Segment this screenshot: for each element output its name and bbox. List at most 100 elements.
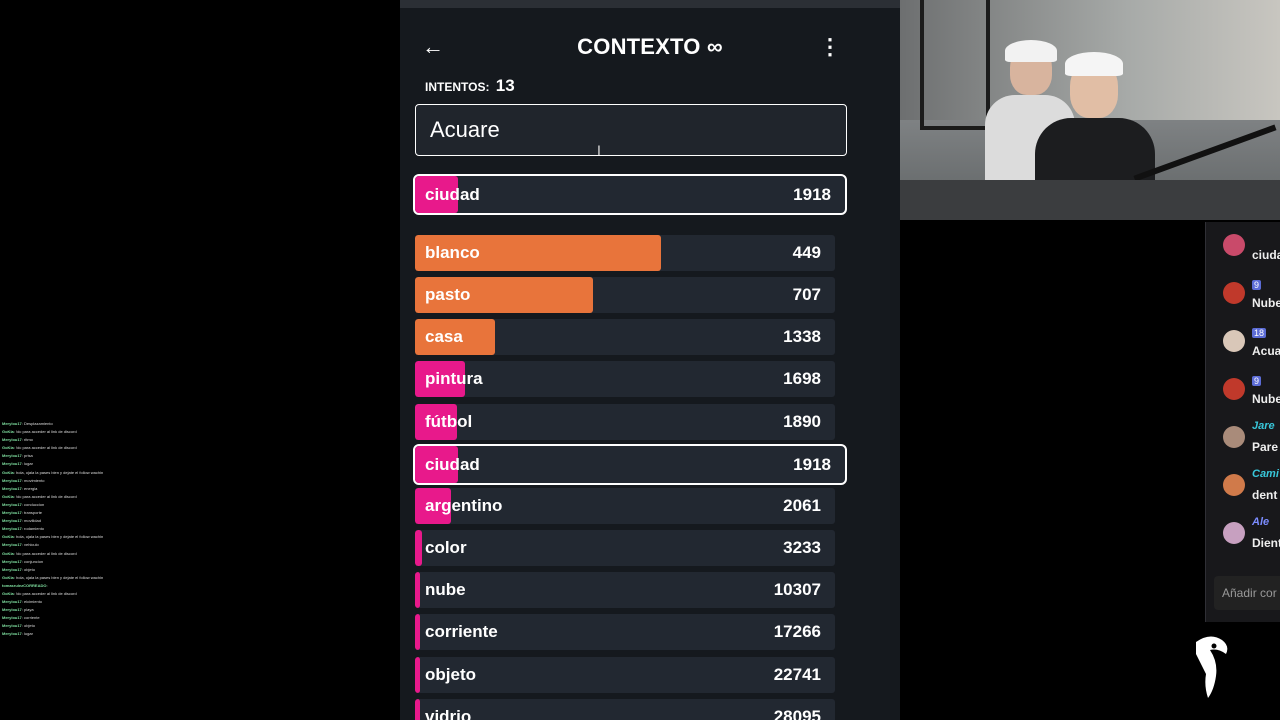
chat-username[interactable]: Cami — [1252, 468, 1279, 480]
overlay-chat-user: GoKla — [2, 550, 14, 556]
overlay-chat-text: : movimiento — [21, 477, 45, 483]
overlay-chat-text: : !dc para acceder al link de discord — [13, 429, 77, 435]
avatar[interactable] — [1223, 426, 1245, 448]
overlay-chat-text: : prisa — [21, 453, 33, 459]
webcam-feed — [900, 0, 1280, 220]
chat-message: Cami dent — [1206, 466, 1280, 510]
avatar[interactable] — [1223, 474, 1245, 496]
chat-message: Ale Dient — [1206, 514, 1280, 558]
guess-row: pasto 707 — [415, 277, 835, 314]
chat-text: ciuda — [1252, 248, 1280, 262]
guess-word: pintura — [425, 369, 483, 389]
chat-message: 9 Nube — [1206, 370, 1280, 414]
guess-row: nube 10307 — [415, 572, 835, 609]
overlay-chat-text: : !dc para acceder al link de discord — [13, 590, 77, 596]
overlay-chat-text: : Desplazamiento — [21, 421, 53, 426]
overlay-chat-user: Merylou17 — [2, 623, 22, 629]
infinity-icon: ∞ — [706, 34, 723, 59]
overlay-chat-line: Merylou17: prisa — [0, 452, 200, 460]
guess-row: blanco 449 — [415, 235, 835, 271]
avatar[interactable] — [1223, 282, 1245, 304]
overlay-chat-user: Merylou17 — [2, 501, 22, 507]
overlay-chat-line: tomasrulezCORREADO: — [0, 582, 200, 590]
overlay-chat-line: Merylou17: rodamiento — [0, 525, 200, 533]
overlay-chat-text: : objeto — [21, 566, 35, 572]
overlay-chat-text: : !dc para acceder al link de discord — [13, 493, 77, 499]
chat-message: 18 Acua — [1206, 322, 1280, 366]
guess-rank: 17266 — [773, 622, 821, 642]
kebab-menu-icon[interactable]: ⋮ — [818, 32, 842, 62]
overlay-chat-line: Merylou17: conjuncion — [0, 558, 200, 566]
guess-input[interactable] — [415, 104, 847, 156]
toucan-logo-icon — [1196, 636, 1228, 698]
overlay-chat-text: : elcimiento — [21, 599, 43, 605]
overlay-chat-line: Merylou17: lugar — [0, 460, 200, 468]
guess-word: pasto — [425, 285, 471, 305]
overlay-chat-user: Merylou17 — [2, 526, 22, 532]
guess-word: ciudad — [425, 454, 480, 474]
overlay-chat-line: Merylou17: transporte — [0, 509, 200, 517]
chat-input[interactable]: Añadir cor — [1214, 576, 1280, 610]
overlay-chat-line: GoKla: !dc para acceder al link de disco… — [0, 444, 200, 452]
sub-badge: 9 — [1252, 376, 1262, 386]
guess-row: color 3233 — [415, 530, 835, 567]
overlay-chat-text: : transporte — [21, 510, 43, 516]
overlay-chat-line: GoKla: hola, ojala la pases bien y dejat… — [0, 533, 200, 541]
overlay-chat-user: GoKla — [2, 534, 14, 540]
game-title-text: CONTEXTO — [577, 34, 701, 59]
guess-rank: 28095 — [773, 706, 821, 720]
chat-text: Nube — [1252, 296, 1280, 310]
guess-rank: 1890 — [783, 411, 821, 431]
overlay-chat-user: GoKla — [2, 590, 14, 596]
overlay-chat-line: Merylou17: ritmo — [0, 436, 200, 444]
guess-rank: 1918 — [793, 454, 831, 474]
avatar[interactable] — [1223, 522, 1245, 544]
cam-desk — [900, 180, 1280, 220]
overlay-chat-user: Merylou17 — [2, 437, 22, 443]
cam-shelf — [920, 0, 990, 130]
overlay-chat-line: Merylou17: Desplazamiento — [0, 420, 200, 428]
avatar[interactable] — [1223, 234, 1245, 256]
overlay-chat-line: GoKla: !dc para acceder al link de disco… — [0, 428, 200, 436]
overlay-chat-text: : conjuncion — [21, 558, 44, 564]
overlay-chat-text: : objeto — [21, 623, 35, 629]
guess-word: color — [425, 538, 467, 558]
guess-word: argentino — [425, 495, 503, 515]
overlay-chat-text: : corriente — [21, 615, 40, 621]
overlay-chat-text: : hola, ojala la pases bien y dejate el … — [13, 469, 104, 475]
chat-username[interactable]: Ale — [1252, 516, 1269, 528]
avatar[interactable] — [1223, 378, 1245, 400]
overlay-chat-user: Merylou17 — [2, 485, 22, 491]
chat-message: ciuda — [1206, 226, 1280, 270]
avatar[interactable] — [1223, 330, 1245, 352]
guess-rank: 1698 — [783, 369, 821, 389]
guess-rank: 449 — [792, 243, 821, 262]
guess-row: objeto 22741 — [415, 656, 835, 693]
overlay-chat-text: : hola, ojala la pases bien y dejate el … — [13, 534, 104, 540]
similarity-bar — [415, 698, 421, 720]
overlay-chat-text: : !dc para acceder al link de discord — [13, 550, 77, 556]
overlay-chat-user: Merylou17 — [2, 631, 22, 637]
guess-row: ciudad 1918 — [413, 443, 847, 485]
similarity-bar — [415, 572, 421, 609]
overlay-chat-text: : playa — [21, 607, 34, 613]
overlay-chat-user: GoKla — [2, 445, 14, 451]
guess-row: fútbol 1890 — [415, 403, 835, 440]
attempts-label: INTENTOS: — [425, 80, 490, 94]
text-cursor-icon: I — [597, 142, 601, 158]
overlay-chat-user: GoKla — [2, 429, 14, 435]
overlay-chat-user: Merylou17 — [2, 453, 22, 459]
guess-word: fútbol — [425, 411, 473, 431]
guess-word: objeto — [425, 664, 476, 684]
person-left-cap — [1005, 40, 1057, 62]
overlay-chat: Merylou17: Desplazamiento GoKla: !dc para… — [0, 420, 200, 720]
similarity-bar — [415, 614, 421, 651]
overlay-chat-line: GoKla: !dc para acceder al link de disco… — [0, 493, 200, 501]
overlay-chat-text: : energia — [21, 485, 38, 491]
overlay-chat-text: : conduccion — [21, 501, 45, 507]
overlay-chat-text: : !dc para acceder al link de discord — [13, 445, 77, 451]
chat-username[interactable]: Jare — [1252, 420, 1275, 432]
stream-chat: ciuda 9 Nube 18 Acua 9 Nube Jare Pare Cami dent Ale… — [1205, 222, 1280, 622]
chat-text: Nube — [1252, 392, 1280, 406]
overlay-chat-user: Merylou17 — [2, 461, 22, 467]
